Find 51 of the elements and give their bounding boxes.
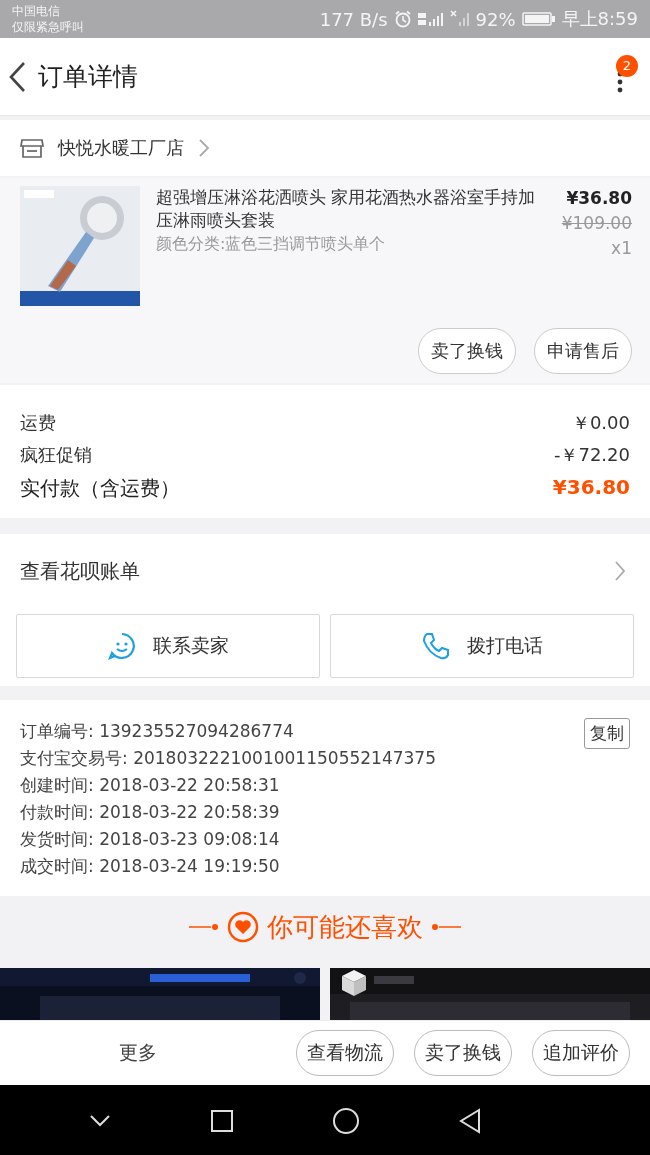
order-detail-line: 支付宝交易号: 2018032221001001150552147375 (20, 747, 436, 770)
battery-icon (521, 11, 556, 27)
action-button[interactable]: 申请售后 (534, 328, 632, 374)
product-price: ¥36.80 (565, 187, 632, 210)
chevron-right-icon (198, 138, 210, 158)
action-button[interactable]: 查看物流 (296, 1030, 394, 1076)
fee-value: -￥72.20 (553, 443, 630, 467)
back-icon[interactable] (458, 1108, 481, 1134)
shop-name[interactable]: 快悦水暖工厂店 (58, 136, 184, 160)
network-speed: 177 B/s (319, 8, 388, 30)
home-icon[interactable] (332, 1107, 361, 1135)
fee-label: 运费 (20, 411, 56, 435)
chat-face-icon (107, 631, 137, 661)
order-detail-line: 成交时间: 2018-03-24 19:19:50 (20, 855, 280, 878)
emergency-note: 仅限紧急呼叫 (12, 19, 84, 35)
recents-icon[interactable] (209, 1109, 234, 1133)
more-link[interactable]: 更多 (0, 1040, 276, 1066)
section-title: 你可能还喜欢 (267, 910, 423, 944)
product-variant: 颜色分类:蓝色三挡调节喷头单个 (156, 233, 387, 255)
action-button[interactable]: 卖了换钱 (414, 1030, 512, 1076)
store-icon (20, 137, 44, 159)
chevron-down-icon[interactable] (89, 1114, 112, 1128)
carrier-name: 中国电信 (12, 3, 61, 19)
contact-button[interactable]: 拨打电话 (330, 614, 634, 678)
product-title[interactable]: 超强增压淋浴花洒喷头 家用花酒热水器浴室手持加压淋雨喷头套装 (156, 186, 546, 232)
huabei-bill-link[interactable]: 查看花呗账单 (20, 557, 140, 585)
alarm-icon (393, 10, 412, 28)
copy-button[interactable]: 复制 (584, 718, 630, 749)
action-button[interactable]: 卖了换钱 (418, 328, 516, 374)
original-price: ¥109.00 (561, 212, 632, 235)
phone-icon (421, 631, 451, 661)
order-detail-line: 创建时间: 2018-03-22 20:58:31 (20, 774, 280, 797)
order-detail-line: 订单编号: 139235527094286774 (20, 720, 294, 743)
chevron-right-icon (614, 560, 626, 582)
action-button[interactable]: 追加评价 (532, 1030, 630, 1076)
contact-button[interactable]: 联系卖家 (16, 614, 320, 678)
signal-icon (417, 10, 444, 28)
clock-time: 早上8:59 (561, 7, 638, 31)
page-title: 订单详情 (38, 61, 139, 93)
fee-label: 疯狂促销 (20, 443, 92, 467)
dot-line-icon (431, 922, 461, 932)
battery-percent: 92% (475, 8, 516, 30)
quantity: x1 (610, 237, 632, 260)
fee-label: 实付款（含运费） (20, 475, 180, 502)
notification-badge: 2 (616, 54, 638, 77)
line-dot-icon (189, 922, 219, 932)
fee-value: ¥36.80 (552, 475, 630, 501)
order-detail-line: 付款时间: 2018-03-22 20:58:39 (20, 801, 280, 824)
no-signal-icon (449, 10, 470, 28)
order-detail-line: 发货时间: 2018-03-23 09:08:14 (20, 828, 280, 851)
fee-value: ￥0.00 (571, 411, 630, 435)
